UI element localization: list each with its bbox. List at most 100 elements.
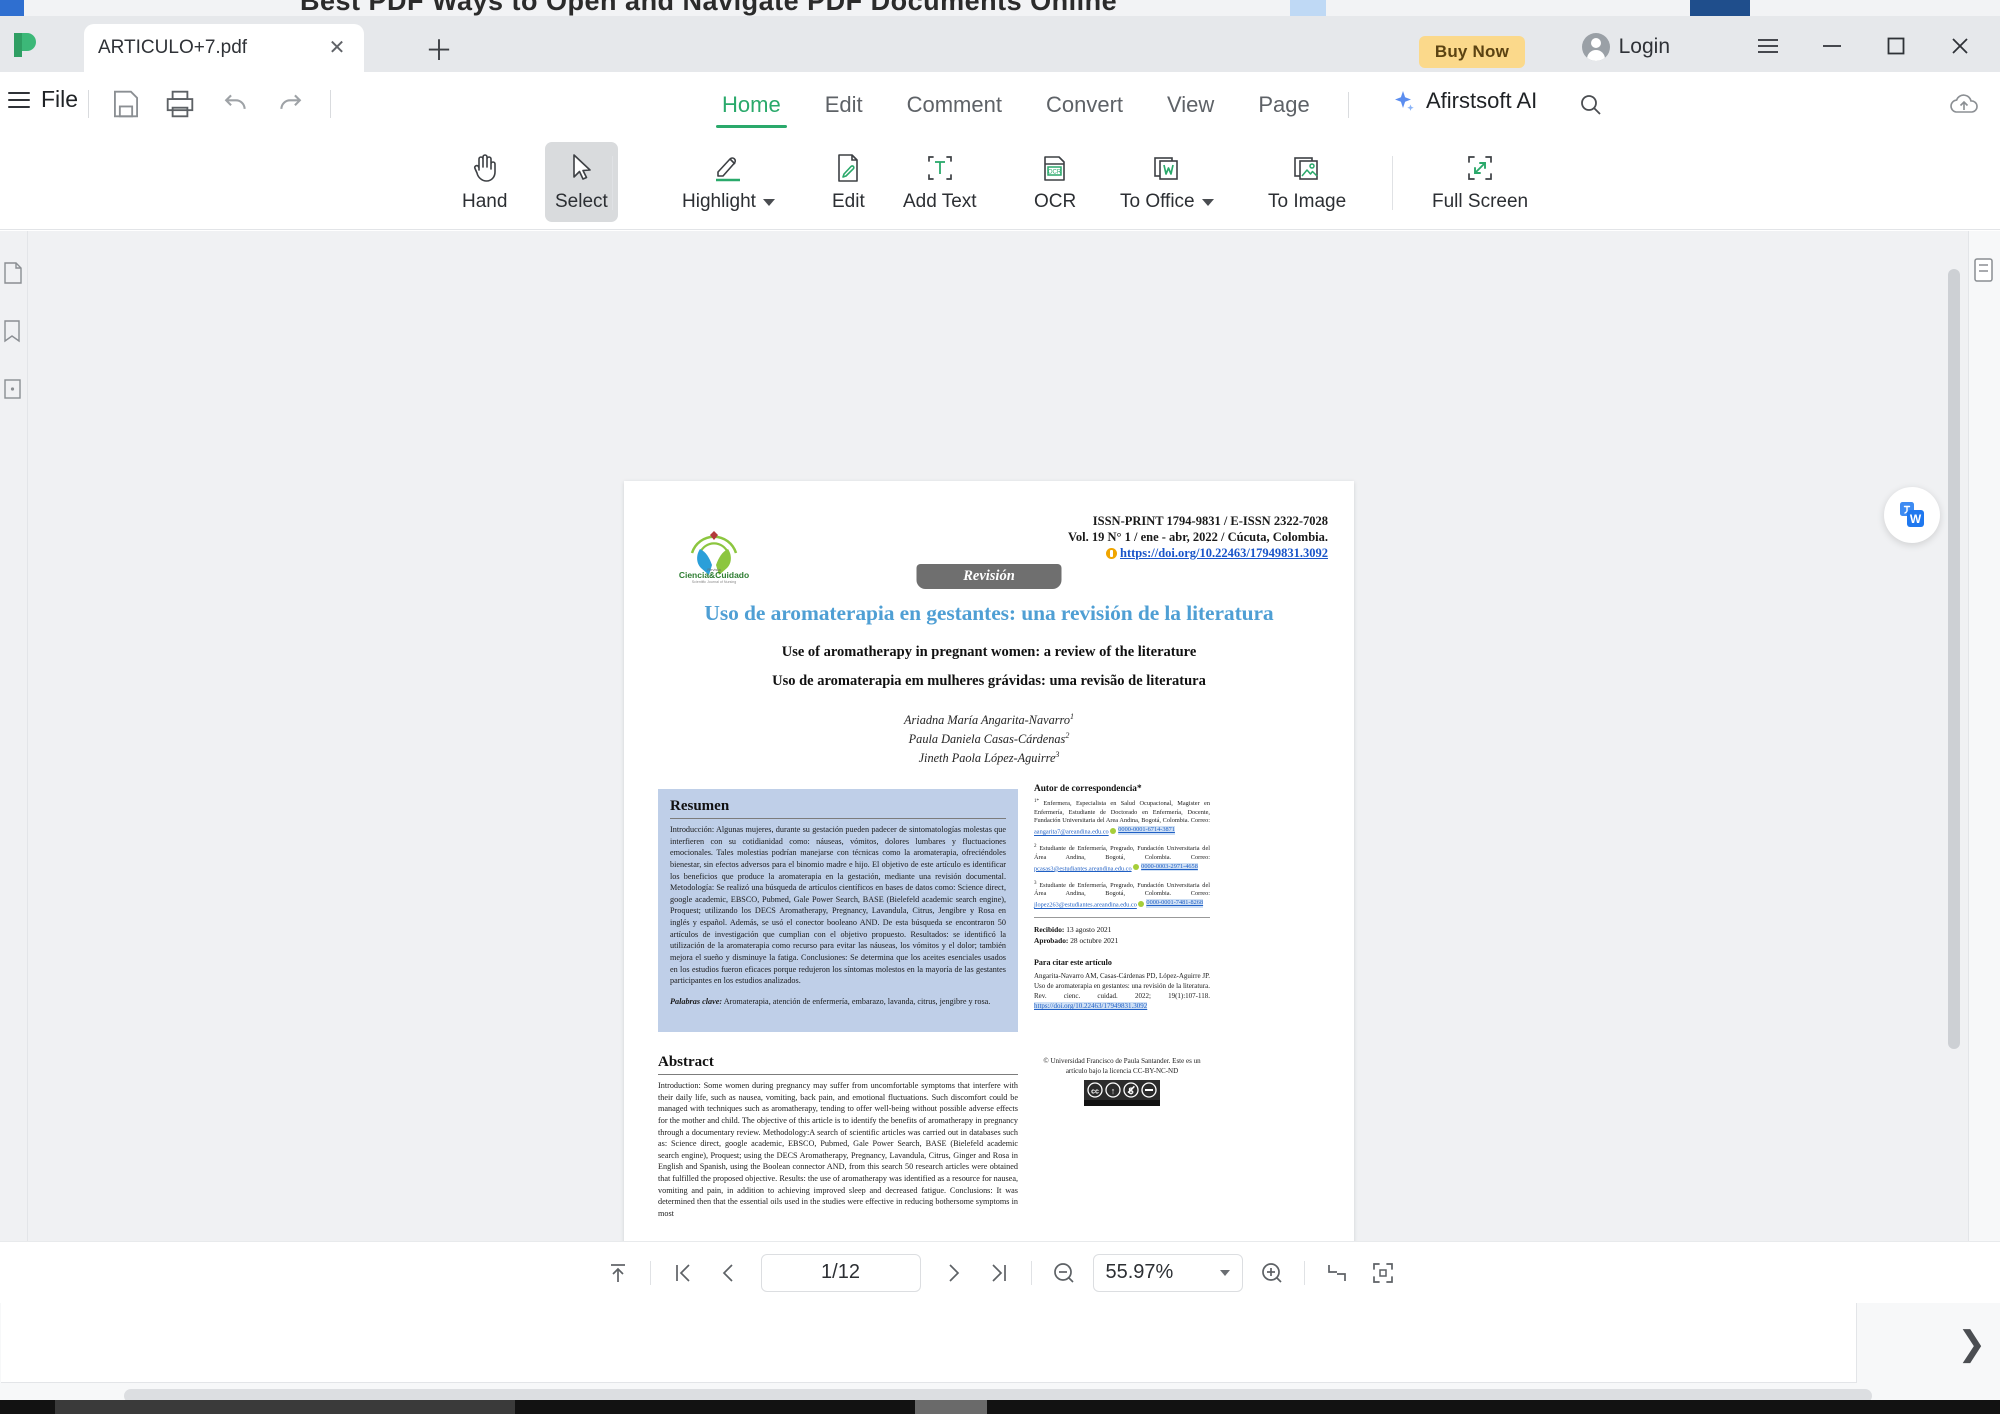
print-icon[interactable] [164, 88, 196, 120]
author-email-1[interactable]: aangarita7@areandina.edu.co [1034, 829, 1109, 836]
zoom-out-button[interactable] [1041, 1253, 1087, 1293]
file-menu-label: File [41, 86, 79, 112]
correspondence-note-3: 3 Estudiante de Enfermería, Pregrado, Fu… [1034, 880, 1210, 909]
right-side-rail [1968, 231, 2000, 1241]
afirstsoft-ai-button[interactable]: Afirstsoft AI [1390, 88, 1537, 114]
next-page-button[interactable] [930, 1253, 976, 1293]
minimize-icon[interactable] [1800, 30, 1864, 62]
orcid-id-3[interactable]: 0000-0001-7481-8268 [1146, 899, 1204, 908]
pdf-viewer-area: W Revista Ciencia&Cuidado Scientific Jou… [0, 231, 2000, 1414]
bookmarks-panel-icon[interactable] [2, 319, 24, 343]
highlight-tool-label: Highlight [682, 191, 775, 213]
tab-edit[interactable]: Edit [803, 86, 885, 128]
home-toolbar: Hand Select Highlight Edit Add Text OCR … [0, 134, 2000, 230]
file-menu-button[interactable]: File [8, 86, 78, 113]
chevron-down-icon[interactable] [1201, 198, 1214, 206]
author-email-2[interactable]: pcasas3@estudiantes.areandina.edu.co [1034, 865, 1132, 872]
app-menu-icon[interactable] [1736, 30, 1800, 62]
tab-view[interactable]: View [1145, 86, 1236, 128]
orcid-id-1[interactable]: 0000-0001-6714-3871 [1118, 826, 1175, 835]
add-text-icon [924, 151, 956, 185]
window-controls [1736, 30, 1992, 62]
undo-icon[interactable] [220, 88, 252, 120]
tab-convert[interactable]: Convert [1024, 86, 1145, 128]
attachments-panel-icon[interactable] [2, 377, 24, 401]
orcid-id-2[interactable]: 0000-0003-2971-4658 [1141, 862, 1198, 872]
article-title-pt: Uso de aromaterapia em mulheres grávidas… [772, 673, 1206, 689]
license-text: © Universidad Francisco de Paula Santand… [1043, 1057, 1201, 1076]
resumen-heading: Resumen [670, 798, 1006, 819]
pdf-editor-window: Best PDF Ways to Open and Navigate PDF D… [0, 0, 2000, 1414]
vertical-scrollbar[interactable] [1948, 269, 1960, 1209]
edit-document-icon [834, 151, 862, 185]
journal-logo-icon: Revista Ciencia&Cuidado Scientific Journ… [670, 513, 758, 585]
to-image-icon [1291, 151, 1323, 185]
fit-width-button[interactable] [1314, 1253, 1360, 1293]
cite-text: Angarita-Navarro AM, Casas-Cárdenas PD, … [1034, 972, 1210, 1011]
highlighter-icon [710, 151, 746, 185]
previous-page-button[interactable] [706, 1253, 752, 1293]
chevron-right-icon[interactable]: ❯ [1958, 1327, 1987, 1361]
add-text-tool-button[interactable]: Add Text [893, 142, 987, 222]
page-number-input[interactable]: 1/12 [760, 1253, 921, 1292]
resumen-body: Introducción: Algunas mujeres, durante s… [670, 825, 1006, 986]
close-icon[interactable]: ✕ [324, 35, 350, 61]
cloud-upload-icon[interactable] [1948, 90, 1980, 120]
last-page-button[interactable] [976, 1253, 1022, 1293]
abstract-heading: Abstract [658, 1054, 1018, 1075]
approved-line: Aprobado: 28 octubre 2021 [1034, 936, 1119, 946]
fit-page-button[interactable] [1360, 1253, 1406, 1293]
cite-doi-link[interactable]: https://doi.org/10.22463/17949831.3092 [1034, 1002, 1148, 1011]
scrollbar-thumb[interactable] [1948, 269, 1960, 1049]
scroll-to-top-button[interactable] [595, 1253, 641, 1293]
ocr-icon: OCR [1040, 151, 1070, 185]
title-bar: ARTICULO+7.pdf ✕ ＋ Buy Now Login [0, 16, 2000, 72]
correspondence-heading: Autor de correspondencia* [1034, 784, 1142, 794]
cursor-arrow-icon [568, 151, 594, 185]
svg-text:Scientific Journal of Nursing: Scientific Journal of Nursing [692, 580, 737, 584]
document-tab[interactable]: ARTICULO+7.pdf ✕ [84, 24, 364, 72]
redo-icon[interactable] [274, 88, 306, 120]
select-tool-button[interactable]: Select [545, 142, 618, 222]
plus-icon[interactable]: ＋ [424, 36, 454, 66]
highlight-tool-button[interactable]: Highlight [672, 142, 785, 222]
ocr-tool-button[interactable]: OCR OCR [1024, 142, 1086, 222]
author-email-3[interactable]: jlopez263@estudiantes.areandina.edu.co [1034, 902, 1137, 909]
zoom-in-button[interactable] [1249, 1253, 1295, 1293]
issn-line: ISSN-PRINT 1794-9831 / E-ISSN 2322-7028 [1092, 514, 1328, 528]
left-side-rail [0, 231, 28, 1241]
menu-row: File Home Edit Comment Convert View Page [0, 72, 2000, 134]
zoom-level-select[interactable]: 55.97% [1092, 1253, 1243, 1292]
svg-text:↑: ↑ [1111, 1086, 1116, 1096]
first-page-button[interactable] [660, 1253, 706, 1293]
article-title-es: Uso de aromaterapia en gestantes: una re… [704, 601, 1274, 625]
sparkle-icon [1390, 88, 1416, 114]
orcid-icon [1133, 864, 1140, 870]
buy-now-button[interactable]: Buy Now [1418, 36, 1525, 68]
to-image-tool-button[interactable]: To Image [1258, 142, 1356, 222]
hand-tool-button[interactable]: Hand [452, 142, 517, 222]
chevron-down-icon[interactable] [762, 198, 775, 206]
correspondence-note-2: 2 Estudiante de Enfermería, Pregrado, Fu… [1034, 844, 1210, 872]
tab-title: ARTICULO+7.pdf [98, 37, 248, 58]
to-office-tool-button[interactable]: To Office [1110, 142, 1224, 222]
thumbnails-panel-icon[interactable] [2, 261, 24, 285]
edit-tool-button[interactable]: Edit [822, 142, 875, 222]
journal-issn-block: ISSN-PRINT 1794-9831 / E-ISSN 2322-7028 … [1068, 513, 1328, 561]
save-icon[interactable] [110, 88, 142, 120]
correspondence-column: Autor de correspondencia* 1* Enfermera, … [1034, 784, 1210, 1107]
login-button[interactable]: Login [1581, 33, 1670, 61]
tab-home[interactable]: Home [700, 86, 803, 128]
search-icon[interactable] [1578, 92, 1604, 118]
full-screen-tool-button[interactable]: Full Screen [1422, 142, 1538, 222]
convert-to-word-icon[interactable]: W [1884, 487, 1940, 543]
tab-comment[interactable]: Comment [885, 86, 1024, 128]
tab-page[interactable]: Page [1236, 86, 1331, 128]
keywords-label: Palabras clave: [670, 996, 723, 1006]
chevron-down-icon[interactable] [1219, 1269, 1230, 1276]
close-window-icon[interactable] [1928, 30, 1992, 62]
zoom-level-value: 55.97% [1105, 1261, 1174, 1283]
maximize-icon[interactable] [1864, 30, 1928, 62]
properties-panel-icon[interactable] [1972, 257, 1996, 283]
doi-link[interactable]: https://doi.org/10.22463/17949831.3092 [1120, 545, 1328, 561]
